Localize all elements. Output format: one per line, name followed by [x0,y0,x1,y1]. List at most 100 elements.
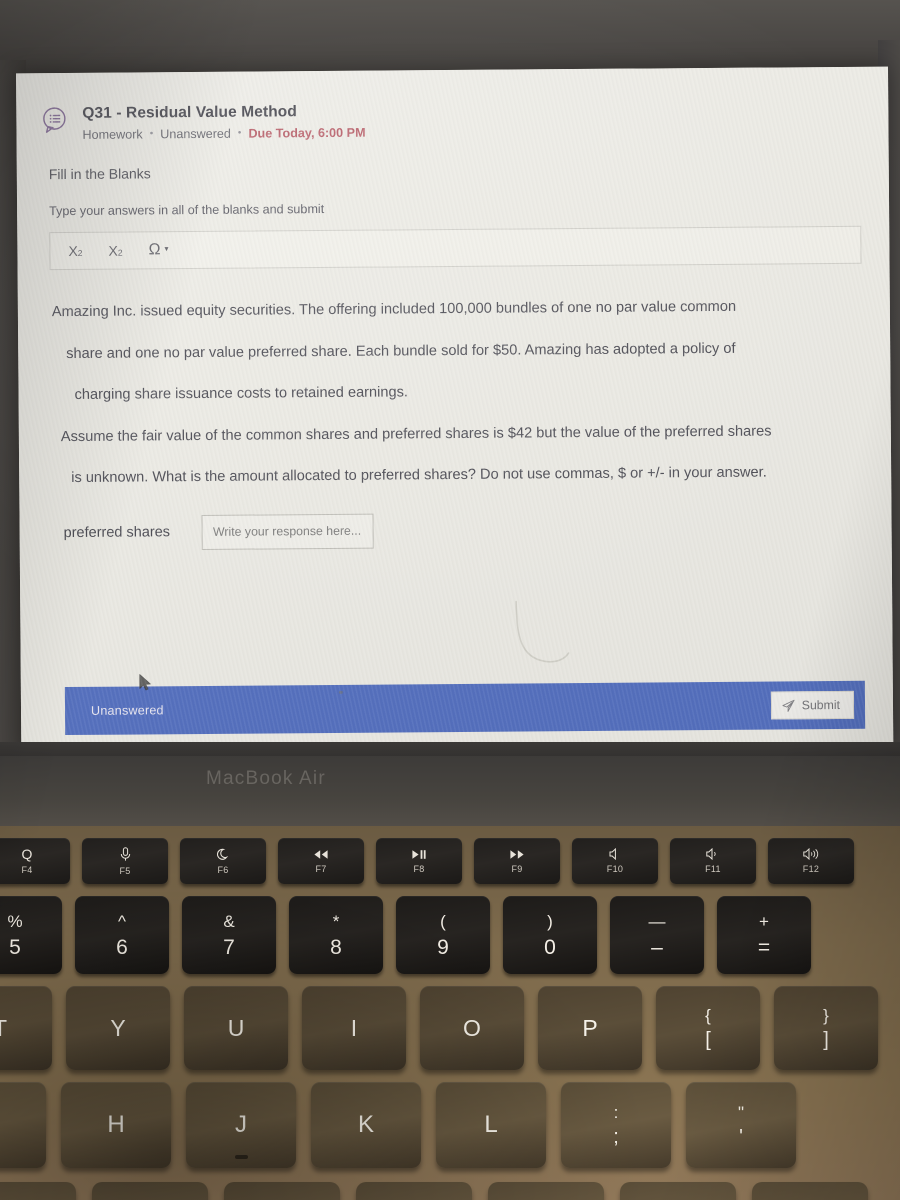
key-bottom-3[interactable] [224,1182,340,1200]
fast-forward-icon [510,849,524,859]
key-shift-label: ) [547,911,553,931]
key-base-label: = [757,935,771,959]
key-base-label: 9 [437,935,449,959]
answer-status-text: Unanswered [90,703,164,718]
microphone-icon [120,846,130,861]
key-base-label: O [463,1014,481,1041]
key-comma-less-than[interactable]: < [356,1182,472,1200]
key-shift-label: & [223,911,235,931]
key-7[interactable]: & 7 [182,896,276,974]
key-bottom-2[interactable] [92,1182,208,1200]
key-i[interactable]: I [302,986,406,1070]
key-base-label: [ [705,1028,711,1051]
key-l[interactable]: L [436,1082,546,1168]
key-right-shift[interactable] [752,1182,868,1200]
quiz-page: Q31 - Residual Value Method Homework • U… [16,66,894,754]
key-f5[interactable]: F5 [82,838,168,884]
key-minus[interactable]: — – [610,896,704,974]
play-pause-icon [412,849,426,859]
paper-plane-icon [782,699,795,712]
answer-input[interactable] [201,513,375,550]
keyboard-letter-row-home: G H J K L : ; " [0,1082,796,1168]
meta-separator-icon-2: • [237,127,242,139]
key-f4[interactable]: Q F4 [0,838,70,884]
key-label: F11 [705,864,721,874]
key-base-label: U [227,1014,245,1041]
question-body-line: Amazing Inc. issued equity securities. T… [51,298,737,321]
mouse-cursor-icon [139,674,151,691]
volume-down-icon [706,848,716,860]
editor-toolbar: X2 X2 Ω ▾ [49,225,862,271]
question-status: Unanswered [160,126,231,142]
key-equals[interactable]: + = [717,896,811,974]
key-f7[interactable]: F7 [278,838,364,884]
key-left-bracket[interactable]: { [ [656,986,760,1070]
key-0[interactable]: ) 0 [503,896,597,974]
question-due-date: Due Today, 6:00 PM [248,125,366,141]
superscript-mark: 2 [117,247,123,258]
key-right-bracket[interactable]: } ] [774,986,878,1070]
key-f6[interactable]: F6 [180,838,266,884]
key-f11[interactable]: F11 [670,838,756,884]
key-shift-label: + [759,911,769,931]
key-base-label: 0 [544,935,556,959]
answer-row: preferred shares [19,505,891,551]
key-base-label: ' [739,1125,743,1148]
submit-button-label: Submit [801,697,841,713]
key-5[interactable]: % 5 [0,896,62,974]
submit-button[interactable]: Submit [770,690,855,720]
laptop-photo: Q31 - Residual Value Method Homework • U… [0,0,900,1200]
key-y[interactable]: Y [66,986,170,1070]
key-quote[interactable]: " ' [686,1082,796,1168]
question-instruction: Type your answers in all of the blanks a… [49,202,325,219]
question-header: Q31 - Residual Value Method Homework • U… [16,67,889,143]
keyboard-function-row: Q F4 F5 F6 F7 F8 F9 F10 F11 F12 [0,838,854,884]
key-j[interactable]: J [186,1082,296,1168]
key-6[interactable]: ^ 6 [75,896,169,974]
key-o[interactable]: O [420,986,524,1070]
key-label: F10 [606,864,624,874]
key-f12[interactable]: F12 [768,838,854,884]
key-f9[interactable]: F9 [474,838,560,884]
special-characters-button[interactable]: Ω ▾ [148,241,168,259]
question-category: Homework [82,127,143,142]
macbook-brand-label: MacBook Air [206,768,326,789]
key-label: F7 [315,863,327,874]
key-slash-question[interactable]: ? [620,1182,736,1200]
keyboard: Q F4 F5 F6 F7 F8 F9 F10 F11 F12 % 5 ^ 6 … [0,826,900,1200]
question-title: Q31 - Residual Value Method [82,103,297,122]
key-base-label: – [651,935,663,959]
question-body-line: Assume the fair value of the common shar… [60,423,772,445]
key-g[interactable]: G [0,1082,46,1168]
key-bottom-1[interactable] [0,1182,76,1200]
key-period-greater-than[interactable]: > [488,1182,604,1200]
question-body-line: charging share issuance costs to retaine… [74,384,409,403]
key-base-label: P [582,1014,598,1041]
key-shift-label: ( [440,911,446,931]
subscript-button[interactable]: X2 [68,243,82,259]
key-u[interactable]: U [184,986,288,1070]
volume-up-icon [803,848,819,860]
key-p[interactable]: P [538,986,642,1070]
keyboard-bottom-row: < > ? [0,1182,868,1200]
omega-icon: Ω [148,241,162,259]
question-meta: Homework • Unanswered • Due Today, 6:00 … [82,126,365,142]
key-base-label: 7 [223,935,235,959]
chevron-down-icon: ▾ [164,244,169,254]
key-label: F6 [217,864,229,875]
key-shift-label: ^ [118,911,126,931]
key-t[interactable]: T [0,986,52,1070]
key-h[interactable]: H [61,1082,171,1168]
key-base-label: Y [110,1014,126,1041]
key-k[interactable]: K [311,1082,421,1168]
key-base-label: J [235,1111,247,1138]
key-shift-label: % [7,911,23,931]
key-f10[interactable]: F10 [572,838,658,884]
key-base-label: I [350,1014,358,1041]
superscript-button[interactable]: X2 [108,243,122,259]
key-semicolon[interactable]: : ; [561,1082,671,1168]
key-base-label: L [484,1111,498,1138]
key-8[interactable]: * 8 [289,896,383,974]
key-f8[interactable]: F8 [376,838,462,884]
key-9[interactable]: ( 9 [396,896,490,974]
